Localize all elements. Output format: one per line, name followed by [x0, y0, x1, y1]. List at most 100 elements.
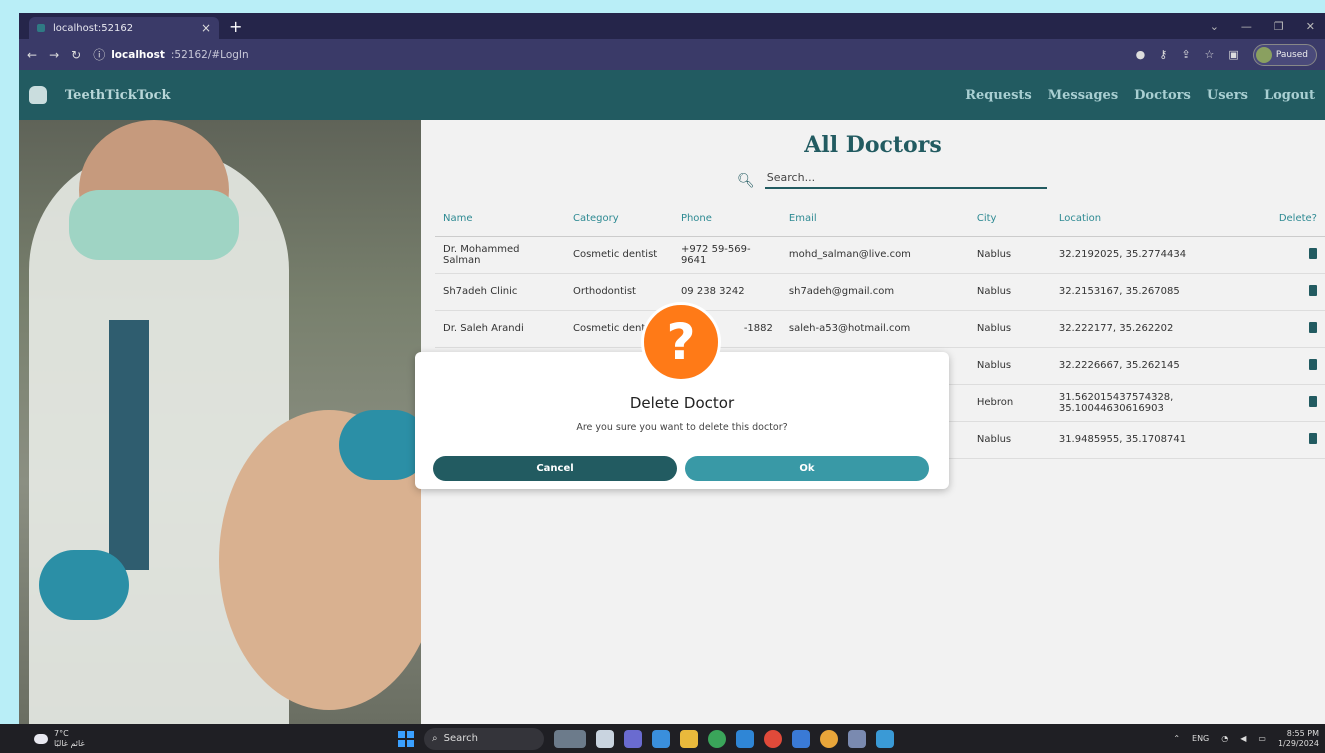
bookmark-star-icon[interactable]: ☆ [1205, 48, 1215, 61]
temperature: 7°C [54, 728, 69, 738]
table-row: Sh7adeh Clinic Orthodontist 09 238 3242 … [435, 273, 1325, 311]
chrome-icon[interactable] [708, 729, 726, 748]
phone-link-icon[interactable] [876, 729, 894, 748]
nav-logout[interactable]: Logout [1264, 88, 1315, 103]
photos-icon[interactable] [792, 729, 810, 748]
trash-icon[interactable] [1309, 358, 1317, 370]
cell-location: 31.9485955, 35.1708741 [1050, 421, 1271, 459]
clock[interactable]: 8:55 PM 1/29/2024 [1278, 729, 1319, 749]
weather-text: غائم غالبًا [54, 738, 85, 748]
tab-close-icon[interactable]: × [201, 21, 211, 35]
widgets-icon[interactable] [554, 729, 586, 748]
cell-email: saleh-a53@hotmail.com [780, 310, 969, 348]
weather-widget[interactable]: 7°C غائم غالبًا [34, 729, 85, 749]
favicon-icon [37, 24, 45, 32]
cell-location: 32.2192025, 35.2774434 [1050, 236, 1271, 274]
taskbar-search[interactable]: ⌕ Search [424, 727, 544, 750]
task-view-icon[interactable] [596, 729, 614, 748]
tab-title: localhost:52162 [53, 22, 134, 34]
new-tab-button[interactable]: + [229, 17, 242, 36]
file-explorer-icon[interactable] [680, 729, 698, 748]
close-window-button[interactable]: ✕ [1306, 20, 1315, 33]
system-tray: ⌃ ENG ◔ ◀ ▭ 8:55 PM 1/29/2024 [1173, 729, 1319, 749]
question-icon: ? [641, 302, 721, 382]
chevron-up-icon[interactable]: ⌃ [1173, 734, 1180, 743]
nav-requests[interactable]: Requests [965, 88, 1032, 103]
page-title: All Doctors [804, 132, 942, 158]
cell-city: Nablus [968, 347, 1051, 385]
cell-city: Nablus [968, 236, 1051, 274]
cell-delete [1270, 347, 1325, 385]
cell-delete [1270, 273, 1325, 311]
col-name: Name [435, 202, 565, 237]
trash-icon[interactable] [1309, 284, 1317, 296]
taskbar-search-label: Search [443, 733, 478, 744]
sidebar-icon[interactable]: ▣ [1228, 48, 1238, 61]
share-icon[interactable]: ⇪ [1181, 48, 1190, 61]
back-icon[interactable]: ← [27, 48, 37, 62]
tab-search-icon[interactable]: ⌄ [1210, 20, 1219, 33]
brand-name[interactable]: TeethTickTock [65, 88, 171, 103]
cell-location: 31.562015437574328, 35.10044630616903 [1050, 384, 1271, 422]
cell-city: Nablus [968, 273, 1051, 311]
vscode-icon[interactable] [736, 729, 754, 748]
cell-delete [1270, 421, 1325, 459]
teams-icon[interactable] [624, 729, 642, 748]
nav-doctors[interactable]: Doctors [1134, 88, 1191, 103]
ok-button[interactable]: Ok [685, 456, 929, 481]
url-path: :52162/#LogIn [170, 48, 249, 61]
profile-status: Paused [1275, 49, 1308, 60]
cancel-button[interactable]: Cancel [433, 456, 677, 481]
trash-icon[interactable] [1309, 432, 1317, 444]
col-email: Email [780, 202, 969, 237]
trash-icon[interactable] [1309, 395, 1317, 407]
store-icon[interactable] [652, 729, 670, 748]
chrome-alt-icon[interactable] [764, 729, 782, 748]
tab-bar: localhost:52162 × + ⌄ — ❐ ✕ [19, 13, 1325, 39]
cell-email: sh7adeh@gmail.com [780, 273, 969, 311]
trash-icon[interactable] [1309, 321, 1317, 333]
profile-button[interactable]: Paused [1252, 43, 1317, 66]
trash-icon[interactable] [1309, 247, 1317, 259]
tooth-logo-icon[interactable] [29, 86, 47, 104]
cell-delete [1270, 310, 1325, 348]
url-field[interactable]: ⓘ localhost :52162/#LogIn [93, 44, 1123, 66]
forward-icon[interactable]: → [49, 48, 59, 62]
app-icon[interactable] [848, 729, 866, 748]
minimize-button[interactable]: — [1241, 20, 1252, 33]
col-phone: Phone [672, 202, 781, 237]
reload-icon[interactable]: ↻ [71, 48, 81, 62]
cell-email: mohd_salman@live.com [780, 236, 969, 274]
taskbar-apps: ⌕ Search [398, 727, 894, 750]
clock-time: 8:55 PM [1286, 728, 1319, 738]
cell-name: Sh7adeh Clinic [435, 273, 565, 311]
clock-date: 1/29/2024 [1277, 738, 1319, 748]
wifi-icon[interactable]: ◔ [1221, 734, 1228, 743]
avatar [1255, 46, 1272, 63]
chrome-profile-icon[interactable] [820, 729, 838, 748]
info-icon[interactable]: ⓘ [93, 46, 105, 63]
dentist-photo [19, 120, 421, 724]
cell-city: Nablus [968, 421, 1051, 459]
cloud-icon [34, 733, 48, 744]
battery-icon[interactable]: ▭ [1258, 734, 1266, 743]
nav-messages[interactable]: Messages [1048, 88, 1118, 103]
table-row: Dr. Saleh Arandi Cosmetic dentist -1882 … [435, 310, 1325, 348]
maximize-button[interactable]: ❐ [1274, 20, 1284, 33]
search-input[interactable] [764, 168, 1047, 189]
window-controls: ⌄ — ❐ ✕ [1210, 20, 1325, 33]
url-host: localhost [111, 48, 165, 61]
nav-users[interactable]: Users [1207, 88, 1248, 103]
volume-icon[interactable]: ◀ [1240, 734, 1246, 743]
key-icon[interactable]: ⚷ [1159, 48, 1167, 61]
cell-category: Cosmetic dentist [564, 236, 673, 274]
cell-city: Hebron [968, 384, 1051, 422]
dialog-title: Delete Doctor [629, 394, 735, 412]
windows-start-icon[interactable] [398, 730, 414, 747]
browser-tab[interactable]: localhost:52162 × [29, 17, 219, 39]
location-icon[interactable]: ● [1136, 48, 1146, 61]
col-delete: Delete? [1270, 202, 1325, 237]
cell-category: Orthodontist [564, 273, 673, 311]
navbar: TeethTickTock Requests Messages Doctors … [19, 70, 1325, 120]
language-indicator[interactable]: ENG [1192, 734, 1209, 743]
